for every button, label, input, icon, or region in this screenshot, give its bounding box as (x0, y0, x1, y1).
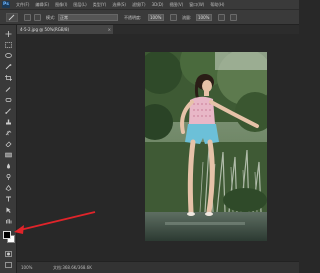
crop-tool-icon[interactable] (5, 75, 12, 81)
quick-mask-icon[interactable] (5, 251, 12, 257)
dodge-tool-icon[interactable] (5, 174, 12, 180)
healing-brush-tool-icon[interactable] (5, 97, 12, 103)
flow-field[interactable]: 100% (196, 14, 212, 21)
menu-filter[interactable]: 滤镜(T) (132, 2, 146, 8)
menu-help[interactable]: 帮助(H) (210, 2, 224, 8)
menu-type[interactable]: 类型(Y) (93, 2, 107, 8)
lasso-tool-icon[interactable] (5, 53, 12, 59)
opacity-label: 不透明度: (124, 15, 142, 20)
pressure-size-icon[interactable] (230, 14, 237, 21)
menu-file[interactable]: 文件(F) (16, 2, 29, 8)
history-brush-tool-icon[interactable] (5, 130, 12, 136)
foreground-color-swatch[interactable] (3, 231, 11, 239)
menu-select[interactable]: 选择(S) (112, 2, 126, 8)
close-icon[interactable]: × (108, 25, 111, 34)
menu-image[interactable]: 图像(I) (55, 2, 67, 8)
brush-panel-icon[interactable] (34, 14, 41, 21)
document-tab[interactable]: 4-5-2.jpg @ 50%(RGB/8) × (17, 25, 113, 34)
move-tool-icon[interactable] (5, 31, 12, 37)
brush-preset-icon (8, 14, 15, 21)
options-bar: 模式: 正常 不透明度: 100% 流量: 100% (0, 9, 299, 25)
pressure-opacity-icon[interactable] (170, 14, 177, 21)
opacity-field[interactable]: 100% (148, 14, 164, 21)
airbrush-icon[interactable] (218, 14, 225, 21)
tools-panel (0, 25, 17, 273)
menu-view[interactable]: 视图(V) (169, 2, 183, 8)
gradient-tool-icon[interactable] (5, 152, 12, 158)
hand-tool-icon[interactable] (5, 218, 12, 224)
mode-select[interactable]: 正常 (58, 14, 118, 21)
document-tab-title: 4-5-2.jpg @ 50%(RGB/8) (20, 27, 70, 32)
clone-stamp-tool-icon[interactable] (5, 119, 12, 125)
document-size-info[interactable]: 文档:368.6K/368.6K (53, 265, 92, 271)
eyedropper-tool-icon[interactable] (5, 86, 12, 92)
mode-label: 模式: (46, 15, 56, 20)
pen-tool-icon[interactable] (5, 185, 12, 191)
document-photo[interactable] (145, 52, 267, 241)
status-bar: 100% 文档:368.6K/368.6K (17, 261, 299, 273)
quick-select-tool-icon[interactable] (5, 64, 12, 70)
photoshop-logo: Ps (2, 1, 10, 8)
menu-bar: Ps 文件(F) 编辑(E) 图像(I) 图层(L) 类型(Y) 选择(S) 滤… (0, 0, 299, 9)
menu-layer[interactable]: 图层(L) (73, 2, 86, 8)
marquee-tool-icon[interactable] (5, 42, 12, 48)
blur-tool-icon[interactable] (5, 163, 12, 169)
eraser-tool-icon[interactable] (5, 141, 12, 147)
document-tab-bar: 4-5-2.jpg @ 50%(RGB/8) × (17, 25, 299, 34)
brush-tool-icon[interactable] (5, 108, 12, 114)
zoom-level[interactable]: 100% (21, 265, 32, 270)
path-selection-tool-icon[interactable] (5, 207, 12, 213)
flow-label: 流量: (182, 15, 192, 20)
brush-size-icon[interactable] (24, 14, 31, 21)
screen-mode-icon[interactable] (5, 262, 12, 268)
menu-edit[interactable]: 编辑(E) (35, 2, 49, 8)
menu-3d[interactable]: 3D(D) (152, 2, 164, 7)
photo-image (145, 52, 267, 241)
tool-preset-picker[interactable] (6, 13, 18, 22)
menu-window[interactable]: 窗口(W) (189, 2, 204, 8)
type-tool-icon[interactable] (5, 196, 12, 202)
